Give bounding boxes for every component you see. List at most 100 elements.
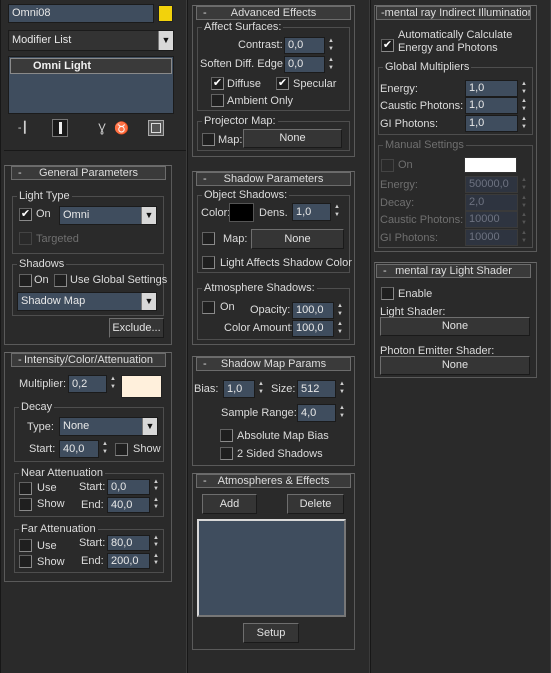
multiplier-value[interactable]: 0,2 <box>68 375 107 393</box>
shadow-parameters-header[interactable]: - Shadow Parameters <box>196 172 351 186</box>
spinner-arrows-icon[interactable]: ▲ ▼ <box>100 440 110 458</box>
shadows-on-checkbox[interactable] <box>19 274 32 287</box>
near-start-spinner[interactable]: 0,0 ▲ ▼ <box>107 479 161 495</box>
far-end-value[interactable]: 200,0 <box>107 553 150 569</box>
stack-item-omni-light[interactable]: Omni Light <box>10 58 172 74</box>
near-start-value[interactable]: 0,0 <box>107 479 150 495</box>
spinner-arrows-icon[interactable]: ▲ ▼ <box>326 56 336 73</box>
caustic-photons-value[interactable]: 1,0 <box>465 97 518 114</box>
spinner-arrows-icon[interactable]: ▲ ▼ <box>337 404 347 422</box>
near-end-value[interactable]: 40,0 <box>107 497 150 513</box>
setup-button[interactable]: Setup <box>243 623 299 643</box>
pin-stack-icon[interactable]: -┃ <box>14 120 32 136</box>
far-start-spinner[interactable]: 80,0 ▲ ▼ <box>107 535 161 551</box>
spinner-arrows-icon[interactable]: ▲ ▼ <box>256 380 266 398</box>
shadow-map-checkbox[interactable] <box>202 232 215 245</box>
far-end-spinner[interactable]: 200,0 ▲ ▼ <box>107 553 161 569</box>
configure-modifier-sets-icon[interactable] <box>148 120 164 136</box>
make-unique-icon[interactable]: Ɣ <box>94 120 110 136</box>
spinner-arrows-icon[interactable]: ▲ ▼ <box>151 535 161 551</box>
modifier-list-dropdown[interactable]: Modifier List ▼ <box>8 30 174 51</box>
near-end-spinner[interactable]: 40,0 ▲ ▼ <box>107 497 161 513</box>
density-value[interactable]: 1,0 <box>292 203 331 221</box>
density-spinner[interactable]: 1,0 ▲ ▼ <box>292 203 342 221</box>
spinner-arrows-icon[interactable]: ▲ ▼ <box>151 553 161 569</box>
light-shader-header[interactable]: - mental ray Light Shader <box>376 264 531 278</box>
caustic-photons-spinner[interactable]: 1,0 ▲ ▼ <box>465 97 529 114</box>
spinner-arrows-icon[interactable]: ▲ ▼ <box>519 115 529 132</box>
spinner-arrows-icon[interactable]: ▲ ▼ <box>332 203 342 221</box>
spinner-arrows-icon[interactable]: ▲ ▼ <box>326 37 336 54</box>
delete-effect-button[interactable]: Delete <box>287 494 344 514</box>
atmospheres-effects-header[interactable]: - Atmospheres & Effects <box>196 474 351 488</box>
shadow-map-button[interactable]: None <box>251 229 344 249</box>
atmosphere-shadows-on-checkbox[interactable] <box>202 301 215 314</box>
gi-photons-spinner[interactable]: 1,0 ▲ ▼ <box>465 115 529 132</box>
soften-diff-edge-spinner[interactable]: 0,0 ▲ ▼ <box>284 56 336 73</box>
multiplier-spinner[interactable]: 0,2 ▲ ▼ <box>68 375 118 393</box>
gi-photons-value[interactable]: 1,0 <box>465 115 518 132</box>
light-affects-shadow-color-checkbox[interactable] <box>202 256 215 269</box>
shadow-color-swatch[interactable] <box>229 203 254 222</box>
spinner-arrows-icon[interactable]: ▲ ▼ <box>151 479 161 495</box>
energy-value[interactable]: 1,0 <box>465 80 518 97</box>
object-name-field[interactable]: Omni08 <box>8 4 154 23</box>
projector-map-checkbox[interactable] <box>202 133 215 146</box>
light-color-swatch[interactable] <box>121 375 162 398</box>
soften-diff-edge-value[interactable]: 0,0 <box>284 56 325 73</box>
color-amount-value[interactable]: 100,0 <box>292 320 334 337</box>
shadow-type-dropdown[interactable]: Shadow Map ▼ <box>17 292 157 311</box>
opacity-value[interactable]: 100,0 <box>292 302 334 319</box>
opacity-spinner[interactable]: 100,0 ▲ ▼ <box>292 302 345 319</box>
spinner-arrows-icon[interactable]: ▲ ▼ <box>519 80 529 97</box>
bias-value[interactable]: 1,0 <box>223 380 255 398</box>
sample-range-value[interactable]: 4,0 <box>297 404 336 422</box>
light-shader-button[interactable]: None <box>380 317 530 336</box>
light-on-checkbox[interactable]: ✔ <box>19 208 32 221</box>
diffuse-checkbox[interactable]: ✔ <box>211 77 224 90</box>
indirect-illumination-header[interactable]: -mental ray Indirect Illumination <box>376 6 531 20</box>
absolute-map-bias-checkbox[interactable] <box>220 429 233 442</box>
remove-modifier-icon[interactable]: ♉ <box>114 120 129 136</box>
intensity-header[interactable]: - Intensity/Color/Attenuation <box>11 353 166 367</box>
spinner-arrows-icon[interactable]: ▲ ▼ <box>335 320 345 337</box>
object-color-swatch[interactable] <box>158 5 173 22</box>
contrast-value[interactable]: 0,0 <box>284 37 325 54</box>
enable-shader-checkbox[interactable] <box>381 287 394 300</box>
contrast-spinner[interactable]: 0,0 ▲ ▼ <box>284 37 336 54</box>
two-sided-shadows-checkbox[interactable] <box>220 447 233 460</box>
decay-show-checkbox[interactable] <box>115 443 128 456</box>
ambient-only-checkbox[interactable] <box>211 94 224 107</box>
size-value[interactable]: 512 <box>297 380 336 398</box>
near-use-checkbox[interactable] <box>19 482 32 495</box>
decay-start-spinner[interactable]: 40,0 ▲ ▼ <box>59 440 110 458</box>
near-show-checkbox[interactable] <box>19 498 32 511</box>
shadow-map-params-header[interactable]: - Shadow Map Params <box>196 357 351 371</box>
projector-map-button[interactable]: None <box>243 129 342 148</box>
modifier-stack-list[interactable]: Omni Light <box>8 56 174 114</box>
spinner-arrows-icon[interactable]: ▲ ▼ <box>151 497 161 513</box>
sample-range-spinner[interactable]: 4,0 ▲ ▼ <box>297 404 347 422</box>
size-spinner[interactable]: 512 ▲ ▼ <box>297 380 347 398</box>
auto-calculate-checkbox[interactable]: ✔ <box>381 39 394 52</box>
far-use-checkbox[interactable] <box>19 539 32 552</box>
exclude-button[interactable]: Exclude... <box>109 318 164 338</box>
specular-checkbox[interactable]: ✔ <box>276 77 289 90</box>
spinner-arrows-icon[interactable]: ▲ ▼ <box>519 97 529 114</box>
decay-start-value[interactable]: 40,0 <box>59 440 99 458</box>
spinner-arrows-icon[interactable]: ▲ ▼ <box>108 375 118 393</box>
effects-list[interactable] <box>197 519 346 617</box>
decay-type-dropdown[interactable]: None ▼ <box>59 417 158 436</box>
spinner-arrows-icon[interactable]: ▲ ▼ <box>335 302 345 319</box>
photon-emitter-shader-button[interactable]: None <box>380 356 530 375</box>
show-end-result-icon[interactable] <box>52 119 68 137</box>
energy-spinner[interactable]: 1,0 ▲ ▼ <box>465 80 529 97</box>
bias-spinner[interactable]: 1,0 ▲ ▼ <box>223 380 266 398</box>
light-type-dropdown[interactable]: Omni ▼ <box>59 206 157 225</box>
far-start-value[interactable]: 80,0 <box>107 535 150 551</box>
spinner-arrows-icon[interactable]: ▲ ▼ <box>337 380 347 398</box>
general-parameters-header[interactable]: - General Parameters <box>11 166 166 180</box>
far-show-checkbox[interactable] <box>19 555 32 568</box>
add-effect-button[interactable]: Add <box>202 494 257 514</box>
use-global-settings-checkbox[interactable] <box>54 274 67 287</box>
